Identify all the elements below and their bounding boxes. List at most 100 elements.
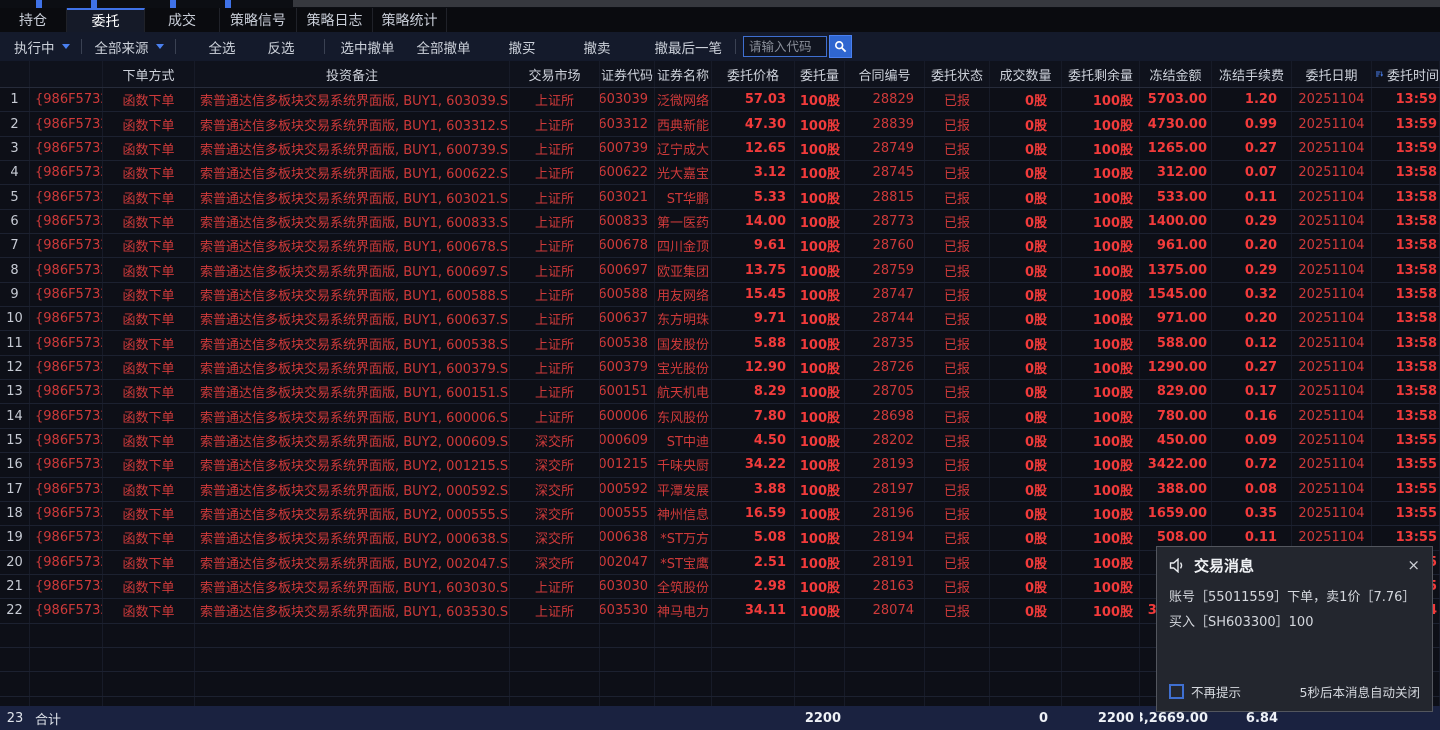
table-row[interactable]: 15{986F5732-08函数下单索普通达信多板块交易系统界面版, BUY2,… bbox=[0, 428, 1440, 454]
remark[interactable]: 投资备注 bbox=[195, 61, 510, 87]
tab-strategy-stats[interactable]: 策略统计 bbox=[373, 8, 447, 32]
order-status: 已报 bbox=[925, 209, 990, 234]
table-row[interactable]: 3{986F5732-08函数下单索普通达信多板块交易系统界面版, BUY1, … bbox=[0, 136, 1440, 162]
order-method: 函数下单 bbox=[103, 599, 195, 623]
order-price: 16.59 bbox=[712, 501, 795, 526]
row-index[interactable] bbox=[0, 61, 30, 87]
select-all-button[interactable]: 全选 bbox=[209, 37, 236, 57]
order-id: 合计 bbox=[35, 712, 62, 728]
close-icon[interactable]: × bbox=[1407, 556, 1420, 574]
table-row[interactable]: 10{986F5732-08函数下单索普通达信多板块交易系统界面版, BUY1,… bbox=[0, 307, 1440, 332]
order-date[interactable]: 委托日期 bbox=[1292, 61, 1372, 87]
table-row[interactable]: 6{986F5732-08函数下单索普通达信多板块交易系统界面版, BUY1, … bbox=[0, 209, 1440, 235]
remark: 索普通达信多板块交易系统界面版, BUY1, 600678.SH, buy bbox=[195, 234, 510, 258]
order-status[interactable]: 委托状态 bbox=[925, 61, 990, 87]
market: 上证所 bbox=[510, 307, 600, 331]
contract-no: 28202 bbox=[845, 428, 925, 453]
order-price: 8.29 bbox=[712, 380, 795, 404]
table-row[interactable]: 2{986F5732-08函数下单索普通达信多板块交易系统界面版, BUY1, … bbox=[0, 112, 1440, 137]
remark bbox=[195, 672, 510, 696]
table-row[interactable]: 7{986F5732-08函数下单索普通达信多板块交易系统界面版, BUY1, … bbox=[0, 234, 1440, 259]
row-index bbox=[0, 623, 30, 647]
table-row[interactable]: 11{986F5732-08函数下单索普通达信多板块交易系统界面版, BUY1,… bbox=[0, 331, 1440, 356]
tab-trades[interactable]: 成交 bbox=[145, 8, 220, 32]
order-price[interactable]: 委托价格 bbox=[712, 61, 795, 87]
tab-positions[interactable]: 持仓 bbox=[0, 8, 67, 32]
market: 上证所 bbox=[510, 88, 600, 112]
table-row[interactable]: 9{986F5732-08函数下单索普通达信多板块交易系统界面版, BUY1, … bbox=[0, 282, 1440, 308]
order-qty: 100股 bbox=[795, 526, 845, 550]
table-row[interactable]: 18{986F5732-08函数下单索普通达信多板块交易系统界面版, BUY2,… bbox=[0, 501, 1440, 527]
order-method: 函数下单 bbox=[103, 380, 195, 404]
order-id[interactable] bbox=[30, 61, 103, 87]
window-top-strip bbox=[0, 0, 1440, 8]
order-method: 函数下单 bbox=[103, 355, 195, 380]
stock-name: 东方明珠 bbox=[655, 307, 712, 331]
filled-qty[interactable]: 成交数量 bbox=[990, 61, 1062, 87]
frozen-fee[interactable]: 冻结手续费 bbox=[1212, 61, 1292, 87]
order-id: {986F5732-08 bbox=[30, 453, 103, 477]
order-method: 函数下单 bbox=[103, 209, 195, 234]
table-row[interactable]: 17{986F5732-08函数下单索普通达信多板块交易系统界面版, BUY2,… bbox=[0, 477, 1440, 502]
order-time[interactable]: 委托时间 bbox=[1372, 61, 1440, 87]
order-id: {986F5732-08 bbox=[30, 112, 103, 136]
table-row[interactable]: 5{986F5732-08函数下单索普通达信多板块交易系统界面版, BUY1, … bbox=[0, 185, 1440, 210]
order-time: 13:58 bbox=[1372, 355, 1440, 380]
order-id: {986F5732-08 bbox=[30, 331, 103, 355]
remark: 索普通达信多板块交易系统界面版, BUY1, 600833.SH, buy bbox=[195, 209, 510, 234]
market: 深交所 bbox=[510, 453, 600, 477]
table-row[interactable]: 16{986F5732-08函数下单索普通达信多板块交易系统界面版, BUY2,… bbox=[0, 453, 1440, 478]
row-index: 20 bbox=[0, 550, 30, 574]
cancel-selected-button[interactable]: 选中撤单 bbox=[341, 37, 395, 57]
order-qty[interactable]: 委托量 bbox=[795, 61, 845, 87]
table-row[interactable]: 4{986F5732-08函数下单索普通达信多板块交易系统界面版, BUY1, … bbox=[0, 161, 1440, 186]
remaining-qty[interactable]: 委托剩余量 bbox=[1062, 61, 1140, 87]
row-index: 1 bbox=[0, 88, 30, 112]
market: 上证所 bbox=[510, 161, 600, 185]
cancel-sell-button[interactable]: 撤卖 bbox=[584, 37, 611, 57]
stock-code: 000609 bbox=[600, 428, 655, 453]
search-button[interactable] bbox=[829, 35, 852, 58]
order-qty: 100股 bbox=[795, 477, 845, 501]
invert-select-button[interactable]: 反选 bbox=[268, 37, 295, 57]
order-method[interactable]: 下单方式 bbox=[103, 61, 195, 87]
stock-code[interactable]: 证券代码 bbox=[600, 61, 655, 87]
table-row[interactable]: 8{986F5732-08函数下单索普通达信多板块交易系统界面版, BUY1, … bbox=[0, 258, 1440, 283]
stock-name[interactable]: 证券名称 bbox=[655, 61, 712, 87]
market[interactable]: 交易市场 bbox=[510, 61, 600, 87]
remark: 索普通达信多板块交易系统界面版, BUY1, 603021.SH, buy bbox=[195, 185, 510, 209]
order-price: 14.00 bbox=[712, 209, 795, 234]
tab-orders[interactable]: 委托 bbox=[67, 8, 145, 32]
order-id bbox=[30, 672, 103, 696]
stock-code: 600538 bbox=[600, 331, 655, 355]
contract-no[interactable]: 合同编号 bbox=[845, 61, 925, 87]
remaining-qty bbox=[1062, 623, 1140, 647]
tab-strategy-log[interactable]: 策略日志 bbox=[297, 8, 373, 32]
tab-bar: 持仓 委托 成交 策略信号 策略日志 策略统计 bbox=[0, 8, 1440, 32]
tab-strategy-signals[interactable]: 策略信号 bbox=[220, 8, 297, 32]
market: 上证所 bbox=[510, 185, 600, 209]
cancel-last-button[interactable]: 撤最后一笔 bbox=[655, 37, 723, 57]
dismiss-checkbox[interactable] bbox=[1169, 684, 1184, 699]
table-row[interactable]: 13{986F5732-08函数下单索普通达信多板块交易系统界面版, BUY1,… bbox=[0, 380, 1440, 405]
remark: 索普通达信多板块交易系统界面版, BUY1, 603312.SH, buy bbox=[195, 112, 510, 136]
frozen-amount: 588.00 bbox=[1140, 331, 1212, 355]
dismiss-label: 不再提示 bbox=[1191, 685, 1242, 700]
stock-name: 西典新能 bbox=[655, 112, 712, 136]
frozen-amount: 961.00 bbox=[1140, 234, 1212, 258]
order-id bbox=[30, 647, 103, 672]
source-filter-dropdown[interactable]: 全部来源 bbox=[95, 37, 149, 57]
table-row[interactable]: 14{986F5732-08函数下单索普通达信多板块交易系统界面版, BUY1,… bbox=[0, 404, 1440, 429]
table-row[interactable]: 1{986F5732-08函数下单索普通达信多板块交易系统界面版, BUY1, … bbox=[0, 88, 1440, 113]
frozen-fee: 1.20 bbox=[1212, 88, 1292, 112]
cancel-all-button[interactable]: 全部撤单 bbox=[417, 37, 471, 57]
code-search-input[interactable] bbox=[743, 36, 827, 57]
order-time: 13:59 bbox=[1372, 112, 1440, 136]
status-filter-dropdown[interactable]: 执行中 bbox=[14, 37, 55, 57]
order-time: 13:58 bbox=[1372, 331, 1440, 355]
table-row[interactable]: 12{986F5732-08函数下单索普通达信多板块交易系统界面版, BUY1,… bbox=[0, 355, 1440, 381]
row-index: 6 bbox=[0, 209, 30, 234]
frozen-amount[interactable]: 冻结金额 bbox=[1140, 61, 1212, 87]
frozen-amount: 1545.00 bbox=[1140, 282, 1212, 307]
cancel-buy-button[interactable]: 撤买 bbox=[509, 37, 536, 57]
